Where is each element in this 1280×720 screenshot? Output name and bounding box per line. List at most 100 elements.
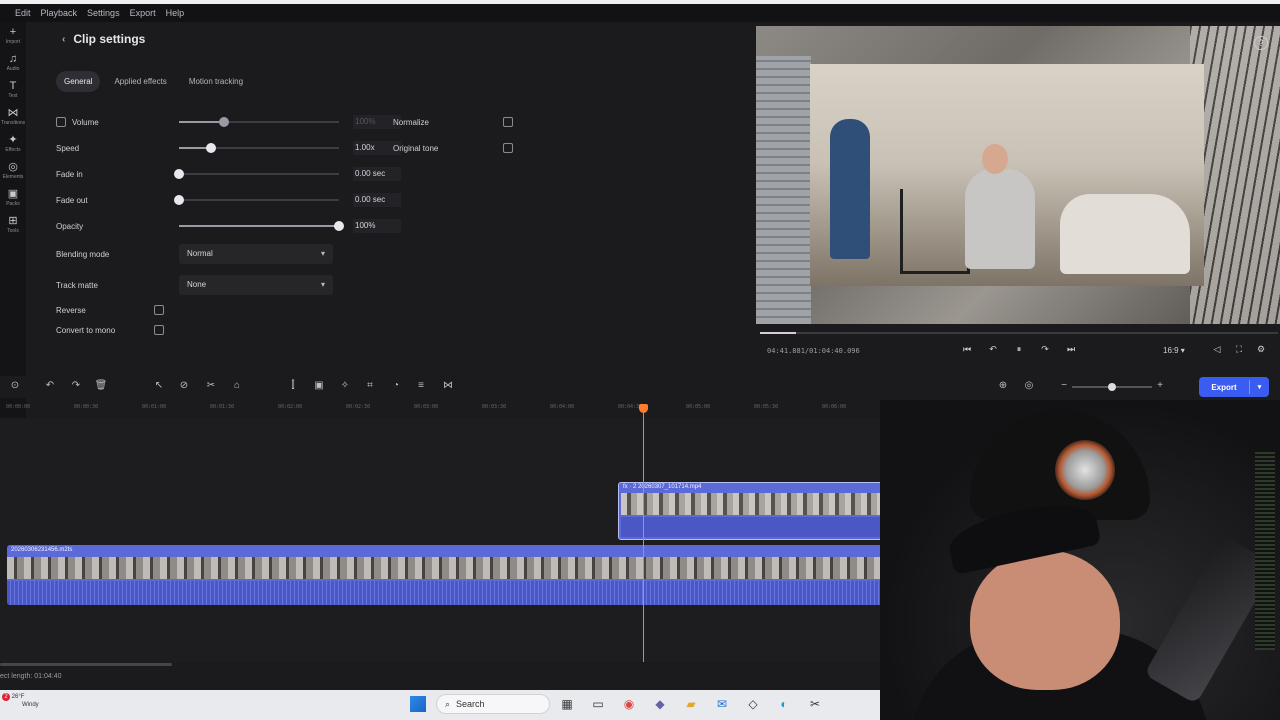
rail-transitions[interactable]: ⋈ Transitions — [0, 103, 26, 130]
windows-start-icon[interactable] — [410, 696, 426, 712]
cut-icon[interactable]: ✂ — [204, 380, 218, 391]
export-button[interactable]: Export ▾ — [1199, 377, 1269, 397]
fade-out-value[interactable]: 0.00 sec — [353, 193, 401, 207]
zoom-knob[interactable] — [1108, 383, 1116, 391]
crop-icon[interactable]: ⌗ — [363, 380, 377, 391]
tab-general[interactable]: General — [56, 71, 101, 92]
zoom-slider[interactable] — [1072, 383, 1152, 391]
teams-icon[interactable]: ◆ — [649, 694, 671, 714]
menu-edit[interactable]: Edit — [10, 8, 36, 18]
volume-checkbox[interactable] — [56, 117, 66, 127]
blending-mode-select[interactable]: Normal ▾ — [179, 244, 333, 264]
track-matte-select[interactable]: None ▾ — [179, 275, 333, 295]
fullscreen-icon[interactable]: ⛶ — [1232, 344, 1246, 355]
speed-slider[interactable] — [179, 143, 339, 153]
rail-effects[interactable]: ✦ Effects — [0, 130, 26, 157]
split-icon[interactable]: ⫿ — [286, 380, 300, 391]
slider-knob[interactable] — [174, 195, 184, 205]
fade-in-value[interactable]: 0.00 sec — [353, 167, 401, 181]
chevron-down-icon[interactable]: ▾ — [1250, 383, 1269, 391]
magnet-icon[interactable]: ⊕ — [996, 380, 1010, 391]
slider-knob[interactable] — [206, 143, 216, 153]
ai-tool-icon[interactable]: ✧ — [338, 380, 352, 391]
slider-knob[interactable] — [174, 169, 184, 179]
copilot-icon[interactable]: ◉ — [618, 694, 640, 714]
transition-tool-icon[interactable]: ⋈ — [441, 380, 455, 391]
rail-audio[interactable]: ♫ Audio — [0, 49, 26, 76]
playhead-handle[interactable] — [639, 404, 648, 413]
reverse-row: Reverse — [56, 303, 164, 317]
rewind-icon[interactable]: ↶ — [986, 344, 1000, 355]
delete-icon[interactable]: 🗑 — [94, 380, 108, 391]
redo-icon[interactable]: ↷ — [69, 380, 83, 391]
pause-icon[interactable]: ⏸ — [1012, 344, 1026, 355]
add-track-icon[interactable]: ⊙ — [8, 380, 22, 391]
playhead[interactable] — [643, 404, 644, 662]
rail-tools[interactable]: ⊞ Tools — [0, 211, 26, 238]
rail-elements[interactable]: ◎ Elements — [0, 157, 26, 184]
rail-import[interactable]: + Import — [0, 22, 26, 49]
rail-packs[interactable]: ▣ Packs — [0, 184, 26, 211]
tab-applied-effects[interactable]: Applied effects — [106, 71, 174, 92]
ruler-tick: 00:05:00 — [686, 404, 711, 410]
mono-checkbox[interactable] — [154, 325, 164, 335]
opacity-value[interactable]: 100% — [353, 219, 401, 233]
marker-icon[interactable]: ⌂ — [230, 380, 244, 391]
fade-in-slider[interactable] — [174, 169, 339, 179]
rail-label: Packs — [6, 200, 20, 207]
zoom-in-icon[interactable]: + — [1153, 380, 1167, 391]
taskbar-search[interactable]: ⌕ Search — [436, 694, 550, 714]
widget-app-icon[interactable]: ▦ — [556, 694, 578, 714]
volume-slider[interactable] — [179, 117, 339, 127]
normalize-checkbox[interactable] — [503, 117, 513, 127]
reverse-checkbox[interactable] — [154, 305, 164, 315]
rail-label: Transitions — [0, 119, 26, 126]
playback-progress[interactable] — [760, 332, 1278, 334]
snap-icon[interactable]: ◎ — [1022, 380, 1036, 391]
rail-label: Elements — [2, 173, 24, 180]
file-explorer-icon[interactable]: ▰ — [680, 694, 702, 714]
task-view-icon[interactable]: ▭ — [587, 694, 609, 714]
original-tone-checkbox[interactable] — [503, 143, 513, 153]
tools-icon: ⊞ — [8, 214, 18, 227]
fade-out-slider[interactable] — [174, 195, 339, 205]
skip-back-icon[interactable]: ⏮ — [960, 344, 974, 355]
rail-text[interactable]: T Text — [0, 76, 26, 103]
blade-tool-icon[interactable]: ⊘ — [177, 380, 191, 391]
menu-export[interactable]: Export — [125, 8, 161, 18]
video-preview[interactable]: ? — [756, 26, 1280, 324]
adjust-icon[interactable]: ≡ — [414, 380, 428, 391]
rail-label: Audio — [6, 65, 20, 72]
settings-gear-icon[interactable]: ⚙ — [1254, 344, 1268, 355]
slider-knob[interactable] — [218, 117, 229, 127]
zoom-out-icon[interactable]: − — [1057, 380, 1071, 391]
volume-icon[interactable]: ◁ — [1210, 344, 1224, 355]
edge-icon[interactable]: ◐ — [773, 694, 795, 714]
back-chevron-icon[interactable]: ‹ — [62, 34, 65, 45]
screen-record-icon[interactable]: ▣ — [312, 380, 326, 391]
mail-icon[interactable]: ✉ — [711, 694, 733, 714]
speed-icon[interactable]: ◔ — [389, 380, 403, 391]
forward-icon[interactable]: ↷ — [1038, 344, 1052, 355]
weather-widget[interactable]: 2 26°F Windy — [2, 693, 39, 709]
undo-icon[interactable]: ↶ — [43, 380, 57, 391]
menu-help[interactable]: Help — [161, 8, 190, 18]
aspect-ratio-select[interactable]: 16:9 ▾ — [1163, 346, 1185, 355]
opacity-slider[interactable] — [179, 221, 344, 231]
help-icon[interactable]: ? — [1254, 36, 1268, 50]
chevron-down-icon: ▾ — [320, 280, 325, 289]
search-placeholder: Search — [456, 699, 485, 709]
tab-motion-tracking[interactable]: Motion tracking — [181, 71, 251, 92]
app-icon[interactable]: ◇ — [742, 694, 764, 714]
menu-playback[interactable]: Playback — [36, 8, 83, 18]
progress-fill — [760, 332, 797, 334]
horizontal-scrollbar[interactable] — [0, 663, 172, 666]
ruler-tick: 00:00:00 — [6, 404, 31, 410]
skip-forward-icon[interactable]: ⏭ — [1064, 344, 1078, 355]
snip-icon[interactable]: ✂ — [804, 694, 826, 714]
slider-knob[interactable] — [334, 221, 344, 231]
preview-person-left — [830, 119, 870, 259]
menu-settings[interactable]: Settings — [82, 8, 125, 18]
select-tool-icon[interactable]: ↖ — [152, 380, 166, 391]
weather-temp: 26°F — [11, 694, 25, 700]
